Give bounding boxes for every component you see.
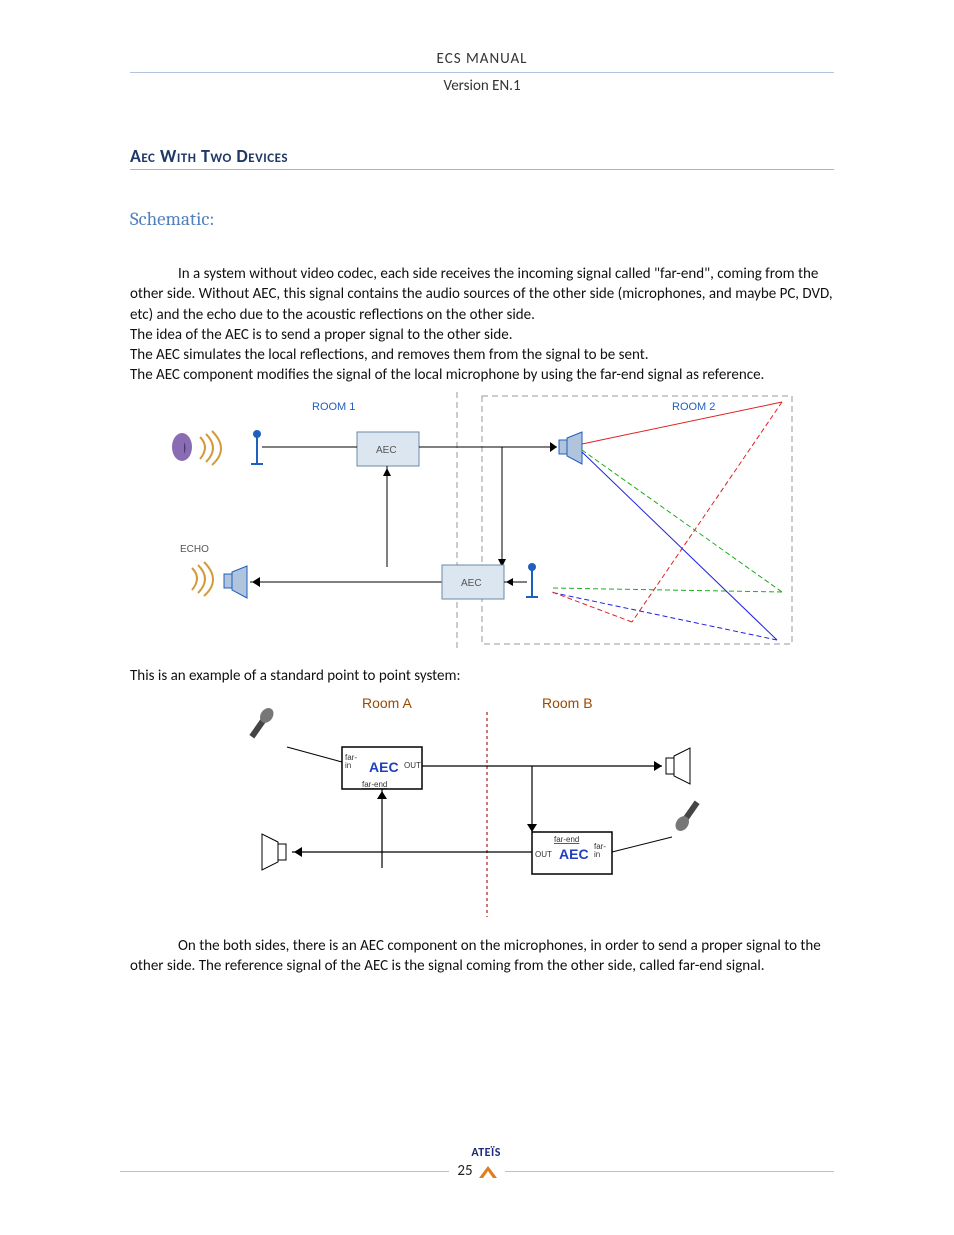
footer-brand: ATEÏS xyxy=(471,1146,501,1160)
footer-rule-left xyxy=(120,1171,449,1172)
fig2-aecA-label: AEC xyxy=(369,759,399,775)
svg-text:OUT: OUT xyxy=(404,761,421,770)
header-version: Version EN.1 xyxy=(130,77,834,95)
fig2-roomB-label: Room B xyxy=(542,695,593,711)
caption-2: This is an example of a standard point t… xyxy=(130,666,834,686)
footer: ATEÏS 25 xyxy=(120,1162,834,1180)
svg-text:far-end: far-end xyxy=(362,780,387,789)
paragraph-4: The AEC component modifies the signal of… xyxy=(130,365,834,385)
svg-text:OUT: OUT xyxy=(535,850,552,859)
body-text-block-2: On the both sides, there is an AEC compo… xyxy=(130,936,834,977)
microphone-icon xyxy=(247,705,276,740)
page-number: 25 xyxy=(457,1162,472,1180)
header-title: ECS MANUAL xyxy=(130,50,834,73)
svg-text:in: in xyxy=(594,850,600,859)
brand-logo-icon xyxy=(479,1164,497,1178)
footer-rule-right xyxy=(505,1171,834,1172)
footer-center: ATEÏS 25 xyxy=(457,1162,496,1180)
figure-2: Room A Room B AEC far- in OUT far-end AE… xyxy=(130,692,834,922)
fig2-aecB-label: AEC xyxy=(559,846,589,862)
svg-text:far-end: far-end xyxy=(554,835,579,844)
svg-text:in: in xyxy=(345,761,351,770)
paragraph-2: The idea of the AEC is to send a proper … xyxy=(130,325,834,345)
body-text-block-1: In a system without video codec, each si… xyxy=(130,264,834,386)
paragraph-3: The AEC simulates the local reflections,… xyxy=(130,345,834,365)
fig1-echo-label: ECHO xyxy=(180,544,209,555)
figure-1: ROOM 1 ROOM 2 AEC ECHO AEC xyxy=(130,392,834,652)
paragraph-1: In a system without video codec, each si… xyxy=(130,264,834,325)
microphone-icon xyxy=(673,799,702,834)
fig1-room2-label: ROOM 2 xyxy=(672,401,715,413)
fig2-roomA-label: Room A xyxy=(362,695,412,711)
fig1-room1-label: ROOM 1 xyxy=(312,401,355,413)
paragraph-5: On the both sides, there is an AEC compo… xyxy=(130,936,834,977)
sub-heading: Schematic: xyxy=(130,208,834,230)
fig1-aec1-label: AEC xyxy=(376,445,397,456)
section-heading: Aec With Two Devices xyxy=(130,145,834,170)
fig1-aec2-label: AEC xyxy=(461,578,482,589)
